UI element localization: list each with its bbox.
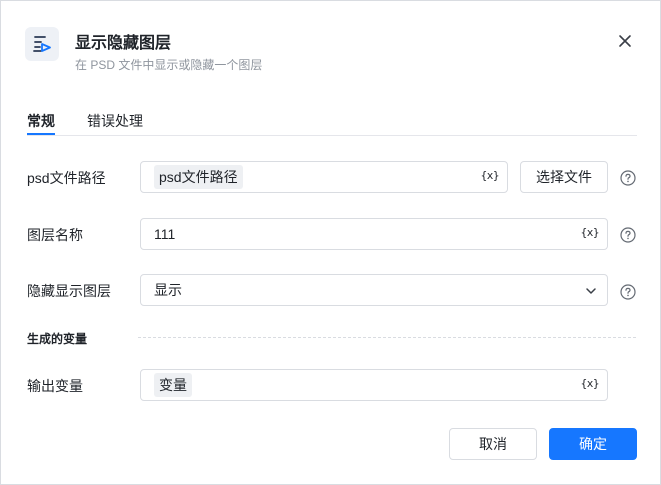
section-divider	[138, 337, 636, 338]
help-icon[interactable]	[620, 170, 636, 186]
active-tab-indicator	[27, 133, 55, 135]
variable-insert-icon[interactable]: {x}	[581, 226, 600, 239]
layers-eye-icon	[25, 27, 59, 61]
layer-name-value: 111	[154, 226, 176, 242]
help-icon[interactable]	[620, 227, 636, 243]
layer-name-input[interactable]: 111 {x}	[140, 218, 608, 250]
variable-insert-icon[interactable]: {x}	[481, 169, 500, 182]
cancel-button[interactable]: 取消	[449, 428, 537, 460]
layer-name-label: 图层名称	[27, 227, 83, 243]
psd-path-value-chip: psd文件路径	[154, 165, 243, 189]
show-hide-layer-dialog: 显示隐藏图层 在 PSD 文件中显示或隐藏一个图层 常规 错误处理 psd文件路…	[0, 0, 661, 485]
dialog-title: 显示隐藏图层	[75, 35, 172, 52]
visibility-label: 隐藏显示图层	[27, 283, 111, 299]
confirm-button[interactable]: 确定	[549, 428, 637, 460]
close-icon[interactable]	[613, 29, 637, 53]
visibility-select[interactable]: 显示	[140, 274, 608, 306]
variable-insert-icon[interactable]: {x}	[581, 377, 600, 390]
select-file-button[interactable]: 选择文件	[520, 161, 608, 193]
chevron-down-icon[interactable]	[585, 284, 597, 302]
help-icon[interactable]	[620, 284, 636, 300]
dialog-subtitle: 在 PSD 文件中显示或隐藏一个图层	[75, 58, 263, 72]
output-section-title: 生成的变量	[27, 332, 88, 346]
output-var-value-chip: 变量	[154, 373, 192, 397]
psd-path-input[interactable]: psd文件路径 {x}	[140, 161, 508, 193]
psd-path-label: psd文件路径	[27, 170, 106, 186]
output-var-label: 输出变量	[27, 378, 83, 394]
tab-error-handling[interactable]: 错误处理	[87, 111, 143, 135]
output-var-input[interactable]: 变量 {x}	[140, 369, 608, 401]
tab-general[interactable]: 常规	[27, 111, 55, 135]
tab-bar: 常规 错误处理	[27, 111, 637, 136]
visibility-selected-value: 显示	[154, 282, 182, 298]
